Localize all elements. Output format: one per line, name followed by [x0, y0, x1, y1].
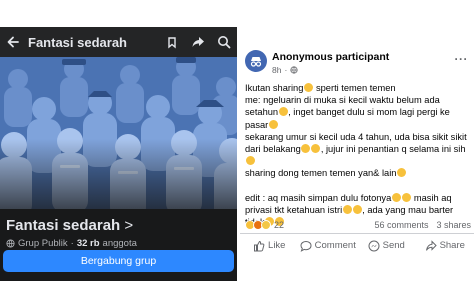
post-timestamp: 8h · [272, 65, 298, 75]
comment-count[interactable]: 56 comments [374, 220, 428, 230]
privacy-label: Grup Publik [18, 238, 68, 249]
post-paragraph: Ikutan sharing sperti temen temen [245, 83, 396, 93]
emoji-icon [278, 107, 288, 117]
emoji-icon [396, 168, 406, 178]
emoji-icon [268, 119, 278, 129]
share-count[interactable]: 3 shares [436, 220, 471, 230]
member-count: 32 rb [76, 238, 100, 249]
chevron-right-icon: > [124, 217, 134, 234]
emoji-icon [303, 83, 313, 92]
globe-icon [6, 239, 15, 248]
post-card: Anonymous participant 8h · ··· Ikutan sh… [240, 0, 474, 306]
sad-reaction-icon [261, 220, 271, 230]
send-button[interactable]: Send [357, 240, 416, 252]
globe-icon [290, 66, 298, 74]
group-page: Fantasi sedarah Fantasi sedarah > Grup P… [0, 27, 237, 281]
member-label: anggota [102, 238, 137, 249]
share-arrow-icon[interactable] [185, 35, 211, 49]
emoji-icon [352, 204, 362, 214]
comment-button[interactable]: Comment [299, 240, 358, 252]
emoji-icon [311, 144, 321, 154]
comment-icon [300, 240, 312, 252]
messenger-icon [368, 240, 380, 251]
group-title[interactable]: Fantasi sedarah > [6, 217, 133, 234]
emoji-icon [245, 156, 255, 166]
meta-separator: · [70, 238, 74, 249]
anonymous-avatar-icon [245, 50, 267, 72]
group-cover-illustration [0, 57, 237, 209]
emoji-icon [401, 192, 411, 202]
reaction-count[interactable]: 22 [274, 220, 284, 230]
post-actions: Like Comment Send Share [240, 233, 474, 257]
post-paragraph: me: ngeluarin di muka si kecil waktu bel… [245, 95, 450, 130]
screenshot-composite: Fantasi sedarah Fantasi sedarah > Grup P… [0, 0, 474, 306]
group-top-bar: Fantasi sedarah [0, 27, 237, 57]
join-group-button[interactable]: Bergabung grup [3, 250, 234, 272]
emoji-icon [391, 192, 401, 202]
header-title: Fantasi sedarah [28, 34, 127, 50]
emoji-icon [301, 144, 311, 154]
group-meta: Grup Publik · 32 rb anggota [6, 238, 137, 249]
thumbs-up-icon [254, 240, 265, 251]
like-button[interactable]: Like [240, 240, 299, 252]
share-button[interactable]: Share [416, 239, 474, 252]
back-arrow-icon[interactable] [0, 35, 26, 49]
post-body: Ikutan sharing sperti temen temen me: ng… [245, 82, 471, 228]
emoji-icon [342, 204, 352, 214]
post-stats: 22 56 comments 3 shares [245, 218, 471, 232]
post-author[interactable]: Anonymous participant [272, 51, 389, 63]
post-paragraph: sharing dong temen temen yan& lain [245, 167, 471, 179]
share-icon [425, 239, 437, 251]
notification-settings-icon[interactable] [159, 35, 185, 49]
post-paragraph: sekarang umur si kecil uda 4 tahun, uda … [245, 131, 471, 168]
post-menu-icon[interactable]: ··· [455, 52, 469, 66]
search-icon[interactable] [211, 35, 237, 49]
